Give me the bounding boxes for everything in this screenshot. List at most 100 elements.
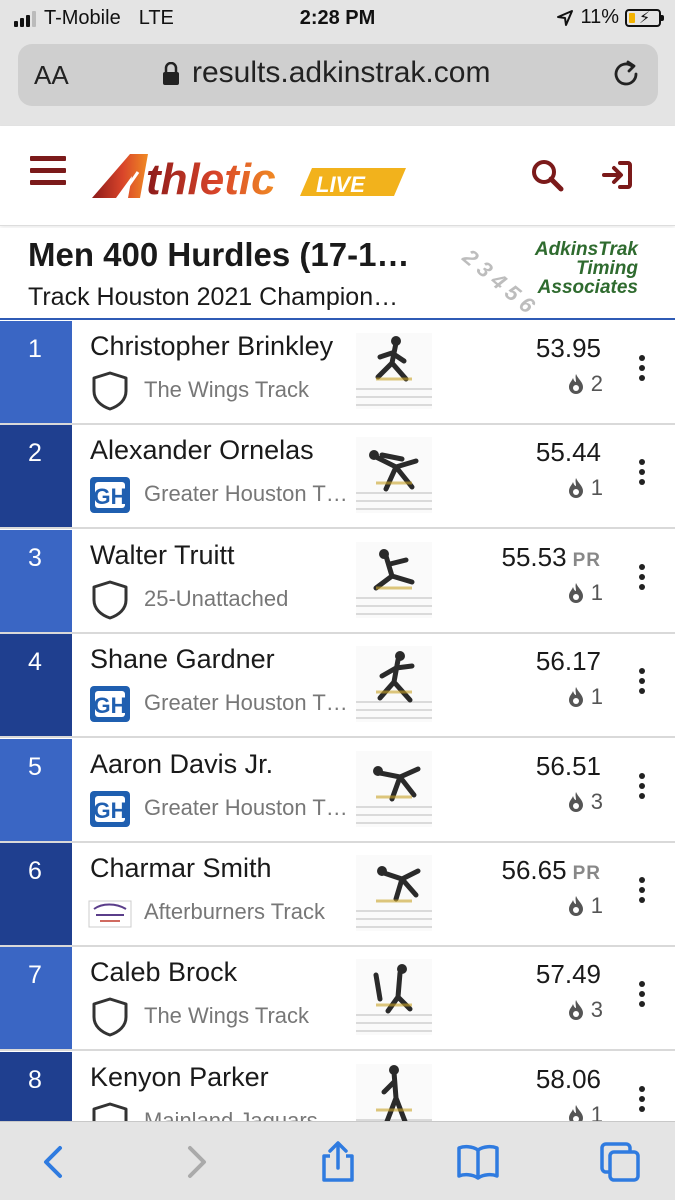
more-options-icon[interactable]: [639, 1085, 649, 1116]
result-row[interactable]: 2 Alexander Ornelas GH Greater Houston T… 55…: [0, 425, 675, 530]
logo-live-text: LIVE: [316, 172, 366, 197]
heat-number: 1: [590, 1101, 603, 1121]
heat-info: 1: [567, 893, 603, 919]
result-row[interactable]: 4 Shane Gardner GH Greater Houston T… 56.17 1: [0, 634, 675, 739]
finish-photo-thumbnail[interactable]: [356, 541, 432, 618]
pr-badge: PR: [572, 863, 601, 884]
athlete-name[interactable]: Shane Gardner: [90, 644, 275, 675]
bookmarks-icon[interactable]: [456, 1140, 500, 1184]
team-name[interactable]: Mainland Jaguars: [144, 1108, 318, 1121]
logo-text: thletic: [146, 155, 276, 202]
meet-name[interactable]: Track Houston 2021 Champion…: [28, 283, 398, 312]
battery-icon: ⚡: [625, 8, 664, 27]
back-icon[interactable]: [32, 1140, 76, 1184]
heat-number: 3: [590, 788, 603, 814]
result-mark: 56.51: [536, 751, 601, 782]
afterburners-logo-icon: [88, 891, 132, 935]
heat-number: 1: [590, 684, 603, 710]
finish-photo-thumbnail[interactable]: [356, 855, 432, 931]
heat-number: 1: [590, 475, 603, 501]
result-row[interactable]: 3 Walter Truitt 25-Unattached 55.53 PR 1: [0, 529, 675, 634]
heat-number: 1: [590, 893, 603, 918]
finish-photo-thumbnail[interactable]: [356, 1063, 432, 1121]
heat-info: 1: [567, 580, 603, 606]
heat-info: 1: [567, 684, 603, 710]
more-options-icon[interactable]: [639, 563, 649, 594]
pr-badge: PR: [572, 549, 601, 571]
more-options-icon[interactable]: [639, 668, 649, 698]
place-number: 2: [0, 425, 72, 528]
athlete-name[interactable]: Walter Truitt: [90, 540, 235, 571]
event-title[interactable]: Men 400 Hurdles (17-1…: [28, 236, 409, 274]
url-text[interactable]: results.adkinstrak.com: [192, 56, 490, 90]
timer-logo-digits: 2 3 4 5 6: [457, 244, 540, 319]
more-options-icon[interactable]: [639, 459, 649, 489]
finish-photo-thumbnail[interactable]: [356, 646, 432, 723]
team-name[interactable]: Greater Houston T…: [144, 795, 348, 821]
more-options-icon[interactable]: [639, 772, 649, 803]
flame-icon: [568, 478, 583, 499]
forward-icon[interactable]: [174, 1140, 218, 1184]
team-name[interactable]: Greater Houston T…: [144, 690, 348, 716]
more-options-icon[interactable]: [639, 877, 649, 907]
place-number: 6: [0, 843, 72, 945]
battery-percent: 11%: [580, 6, 619, 28]
result-row[interactable]: 8 Kenyon Parker Mainland Jaguars 58.06 1: [0, 1051, 675, 1121]
flame-icon: [568, 687, 583, 708]
svg-text:GH: GH: [94, 798, 127, 823]
mark-value: 56.17: [535, 646, 601, 677]
location-icon: [557, 9, 574, 26]
finish-photo-thumbnail[interactable]: [356, 750, 432, 827]
share-icon[interactable]: [316, 1140, 360, 1184]
search-icon[interactable]: [530, 158, 564, 192]
shield-icon: [88, 995, 132, 1039]
mark-value: 56.65: [501, 855, 567, 885]
result-mark: 57.49: [536, 959, 601, 990]
flame-icon: [568, 896, 583, 916]
flame-icon: [568, 1104, 583, 1121]
athlete-name[interactable]: Aaron Davis Jr.: [90, 749, 273, 780]
status-bar: T-Mobile LTE 2:28 PM 11% ⚡: [0, 0, 675, 38]
result-row[interactable]: 1 Christopher Brinkley The Wings Track 53.9…: [0, 321, 675, 425]
browser-toolbar: [0, 1121, 675, 1200]
result-row[interactable]: 7 Caleb Brock The Wings Track 57.49 3: [0, 947, 675, 1052]
sign-in-icon[interactable]: [600, 158, 634, 192]
reload-icon[interactable]: [610, 58, 642, 90]
results-list: 1 Christopher Brinkley The Wings Track 53.9…: [0, 321, 675, 1121]
result-row[interactable]: 6 Charmar Smith Afterburners Track 56.65 PR 1: [0, 843, 675, 947]
screen: T-Mobile LTE 2:28 PM 11% ⚡ AA results.ad…: [0, 0, 675, 1200]
svg-text:GH: GH: [94, 484, 127, 509]
athlete-name[interactable]: Christopher Brinkley: [90, 331, 333, 362]
finish-photo-thumbnail[interactable]: [356, 333, 432, 409]
athletic-live-logo[interactable]: thletic LIVE: [90, 150, 410, 202]
shield-icon: [88, 369, 132, 413]
more-options-icon[interactable]: [639, 355, 649, 385]
finish-photo-thumbnail[interactable]: [356, 959, 432, 1036]
result-row[interactable]: 5 Aaron Davis Jr. GH Greater Houston T… 56.5…: [0, 738, 675, 843]
team-name[interactable]: 25-Unattached: [144, 586, 288, 612]
athlete-name[interactable]: Caleb Brock: [90, 957, 237, 988]
athlete-name[interactable]: Kenyon Parker: [90, 1062, 269, 1093]
team-name[interactable]: Afterburners Track: [144, 899, 325, 925]
heat-number: 1: [590, 579, 603, 605]
status-right: 11% ⚡: [556, 6, 664, 29]
heat-info: 2: [567, 371, 603, 397]
gh-logo-icon: GH: [88, 787, 132, 831]
address-bar[interactable]: AA results.adkinstrak.com: [18, 44, 658, 106]
finish-photo-thumbnail[interactable]: [356, 437, 432, 514]
mark-value: 56.51: [535, 750, 601, 781]
athlete-name[interactable]: Charmar Smith: [90, 853, 272, 884]
lock-icon: [163, 62, 179, 85]
flame-icon: [568, 374, 583, 394]
team-name[interactable]: The Wings Track: [144, 377, 309, 403]
athlete-name[interactable]: Alexander Ornelas: [90, 435, 314, 466]
menu-icon[interactable]: [30, 156, 66, 188]
more-options-icon[interactable]: [639, 981, 649, 1011]
place-number: 8: [0, 1051, 72, 1121]
reader-settings-button[interactable]: AA: [34, 60, 69, 91]
result-mark: 55.53 PR: [502, 542, 601, 573]
team-name[interactable]: Greater Houston T…: [144, 481, 348, 507]
heat-number: 2: [590, 371, 603, 396]
tabs-icon[interactable]: [598, 1140, 642, 1184]
team-name[interactable]: The Wings Track: [144, 1003, 309, 1029]
